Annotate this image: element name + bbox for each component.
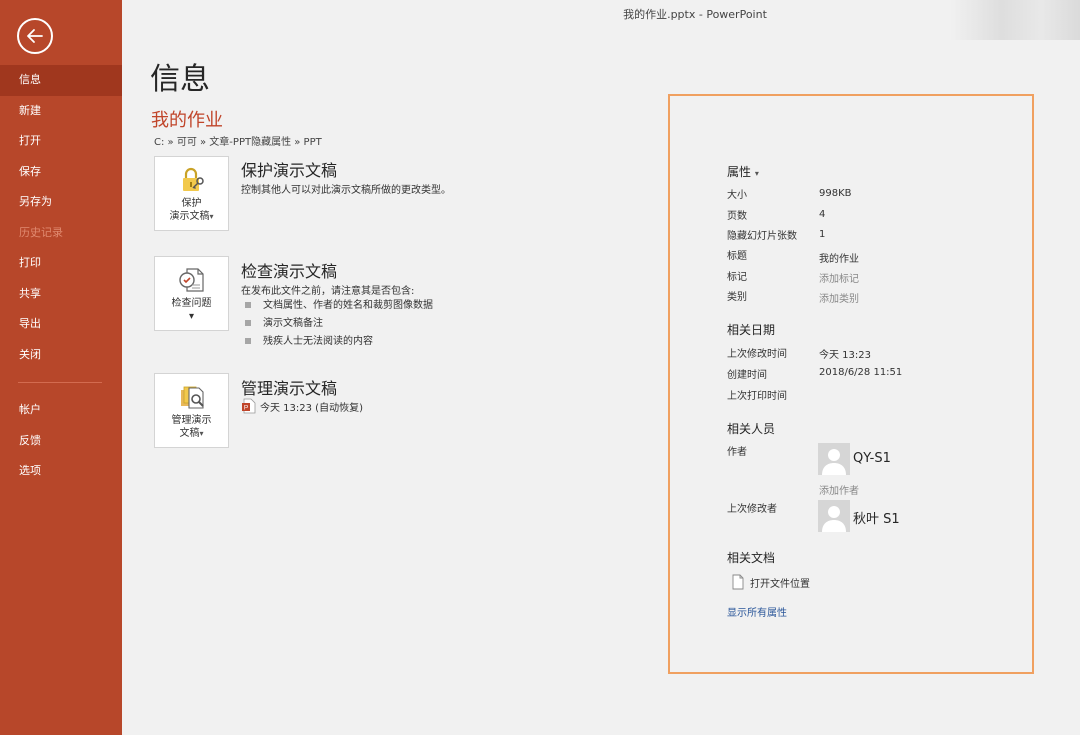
- autosave-version-link[interactable]: P 今天 13:23 (自动恢复): [242, 398, 363, 414]
- add-tags-field[interactable]: 添加标记: [819, 270, 859, 285]
- file-icon: [732, 574, 744, 590]
- list-item: 文档属性、作者的姓名和裁剪图像数据: [245, 297, 433, 315]
- last-modified-by-label: 上次修改者: [727, 504, 777, 515]
- manage-tile-label-2-text: 文稿: [179, 428, 200, 439]
- caret-down-icon: ▾: [209, 212, 214, 221]
- property-label: 页数: [727, 211, 747, 222]
- inspect-bullet-list: 文档属性、作者的姓名和裁剪图像数据 演示文稿备注 残疾人士无法阅读的内容: [245, 297, 433, 351]
- open-file-location-link[interactable]: 打开文件位置: [732, 574, 810, 590]
- properties-header-text: 属性: [727, 165, 752, 179]
- property-label: 上次修改时间: [727, 349, 787, 360]
- nav-item-save-as[interactable]: 另存为: [0, 187, 122, 218]
- nav-item-new[interactable]: 新建: [0, 96, 122, 127]
- inspect-section-desc: 在发布此文件之前，请注意其是否包含:: [241, 286, 415, 297]
- property-label: 类别: [727, 292, 747, 303]
- nav-item-share[interactable]: 共享: [0, 279, 122, 310]
- author-label: 作者: [727, 447, 747, 458]
- list-item: 演示文稿备注: [245, 315, 433, 333]
- property-value-title[interactable]: 我的作业: [819, 250, 859, 265]
- bullet-text: 演示文稿备注: [263, 318, 323, 329]
- list-item: 残疾人士无法阅读的内容: [245, 333, 433, 351]
- related-documents-header: 相关文档: [727, 551, 776, 565]
- add-author-link[interactable]: 添加作者: [819, 482, 859, 497]
- property-value-pages: 4: [819, 209, 826, 220]
- user-silhouette-icon: [818, 500, 850, 532]
- nav-item-print[interactable]: 打印: [0, 248, 122, 279]
- nav-item-close[interactable]: 关闭: [0, 340, 122, 371]
- back-button[interactable]: [17, 18, 53, 54]
- property-label: 大小: [727, 190, 747, 201]
- last-modified-value: 今天 13:23: [819, 350, 871, 361]
- svg-text:P: P: [244, 405, 248, 412]
- show-all-properties-link[interactable]: 显示所有属性: [727, 604, 787, 619]
- avatar: [818, 443, 850, 475]
- nav-item-save[interactable]: 保存: [0, 157, 122, 188]
- protect-section-title: 保护演示文稿: [241, 161, 338, 180]
- add-category-field[interactable]: 添加类别: [819, 290, 859, 305]
- property-label: 标题: [727, 251, 747, 262]
- caret-down-icon: ▾: [754, 169, 759, 178]
- nav-item-feedback[interactable]: 反馈: [0, 426, 122, 457]
- open-file-location-text: 打开文件位置: [750, 578, 810, 590]
- nav-divider: [18, 382, 102, 383]
- protect-tile-label-2-text: 演示文稿: [169, 211, 210, 222]
- properties-header[interactable]: 属性 ▾: [727, 163, 759, 180]
- avatar: [818, 500, 850, 532]
- last-modified-by-name[interactable]: 秋叶 S1: [853, 508, 900, 527]
- autosave-text: 今天 13:23 (自动恢复): [260, 402, 363, 414]
- nav-item-open[interactable]: 打开: [0, 126, 122, 157]
- property-value-size: 998KB: [819, 188, 852, 199]
- manage-presentation-button[interactable]: 管理演示 文稿▾: [154, 373, 229, 448]
- backstage-sidebar: 信息 新建 打开 保存 另存为 历史记录 打印 共享 导出 关闭 帐户 反馈 选…: [0, 0, 122, 735]
- caret-down-icon: ▾: [188, 311, 195, 322]
- nav-item-account[interactable]: 帐户: [0, 395, 122, 426]
- nav-item-history: 历史记录: [19, 225, 63, 239]
- property-label: 上次打印时间: [727, 391, 787, 402]
- protect-section-desc: 控制其他人可以对此演示文稿所做的更改类型。: [241, 185, 451, 196]
- property-value-hidden-slides: 1: [819, 229, 826, 240]
- user-silhouette-icon: [818, 443, 850, 475]
- bullet-square-icon: [245, 302, 251, 308]
- lock-key-icon: [182, 167, 204, 191]
- property-label: 创建时间: [727, 370, 767, 381]
- author-name[interactable]: QY-S1: [853, 451, 891, 466]
- powerpoint-file-icon: P: [242, 398, 256, 414]
- manage-tile-label-2: 文稿▾: [155, 427, 228, 440]
- nav-item-export[interactable]: 导出: [0, 309, 122, 340]
- nav-item-info[interactable]: 信息: [0, 65, 122, 96]
- property-label: 标记: [727, 272, 747, 283]
- bullet-text: 文档属性、作者的姓名和裁剪图像数据: [263, 300, 433, 311]
- protect-tile-label-1: 保护: [181, 198, 202, 209]
- bullet-text: 残疾人士无法阅读的内容: [263, 336, 373, 347]
- bullet-square-icon: [245, 338, 251, 344]
- properties-panel: 属性 ▾ 大小 998KB 页数 4 隐藏幻灯片张数 1 标题 我的作业 标记 …: [668, 94, 1034, 674]
- property-label: 隐藏幻灯片张数: [727, 231, 797, 242]
- inspect-tile-label: 检查问题: [171, 298, 212, 309]
- page-title: 信息: [150, 62, 210, 97]
- related-people-header: 相关人员: [727, 422, 776, 436]
- inspect-section-title: 检查演示文稿: [241, 262, 338, 281]
- protect-presentation-button[interactable]: 保护 演示文稿▾: [154, 156, 229, 231]
- bullet-square-icon: [245, 320, 251, 326]
- protect-tile-label-2: 演示文稿▾: [155, 210, 228, 223]
- manage-tile-label-1: 管理演示: [171, 415, 212, 426]
- nav-item-options[interactable]: 选项: [0, 456, 122, 487]
- caret-down-icon: ▾: [199, 429, 204, 438]
- related-dates-header: 相关日期: [727, 323, 776, 337]
- document-name: 我的作业: [151, 110, 223, 131]
- window-title: 我的作业.pptx - PowerPoint: [623, 8, 767, 21]
- manage-document-icon: [180, 386, 204, 409]
- arrow-left-icon: [27, 29, 43, 43]
- manage-section-title: 管理演示文稿: [241, 379, 338, 398]
- document-path[interactable]: C: » 可可 » 文章-PPT隐藏属性 » PPT: [154, 133, 322, 148]
- created-value: 2018/6/28 11:51: [819, 367, 903, 378]
- backstage-nav: 信息 新建 打开 保存 另存为 历史记录 打印 共享 导出 关闭 帐户 反馈 选…: [0, 65, 122, 487]
- inspect-document-icon: [178, 268, 204, 292]
- check-for-issues-button[interactable]: 检查问题 ▾: [154, 256, 229, 331]
- title-bar-decoration: [950, 0, 1080, 40]
